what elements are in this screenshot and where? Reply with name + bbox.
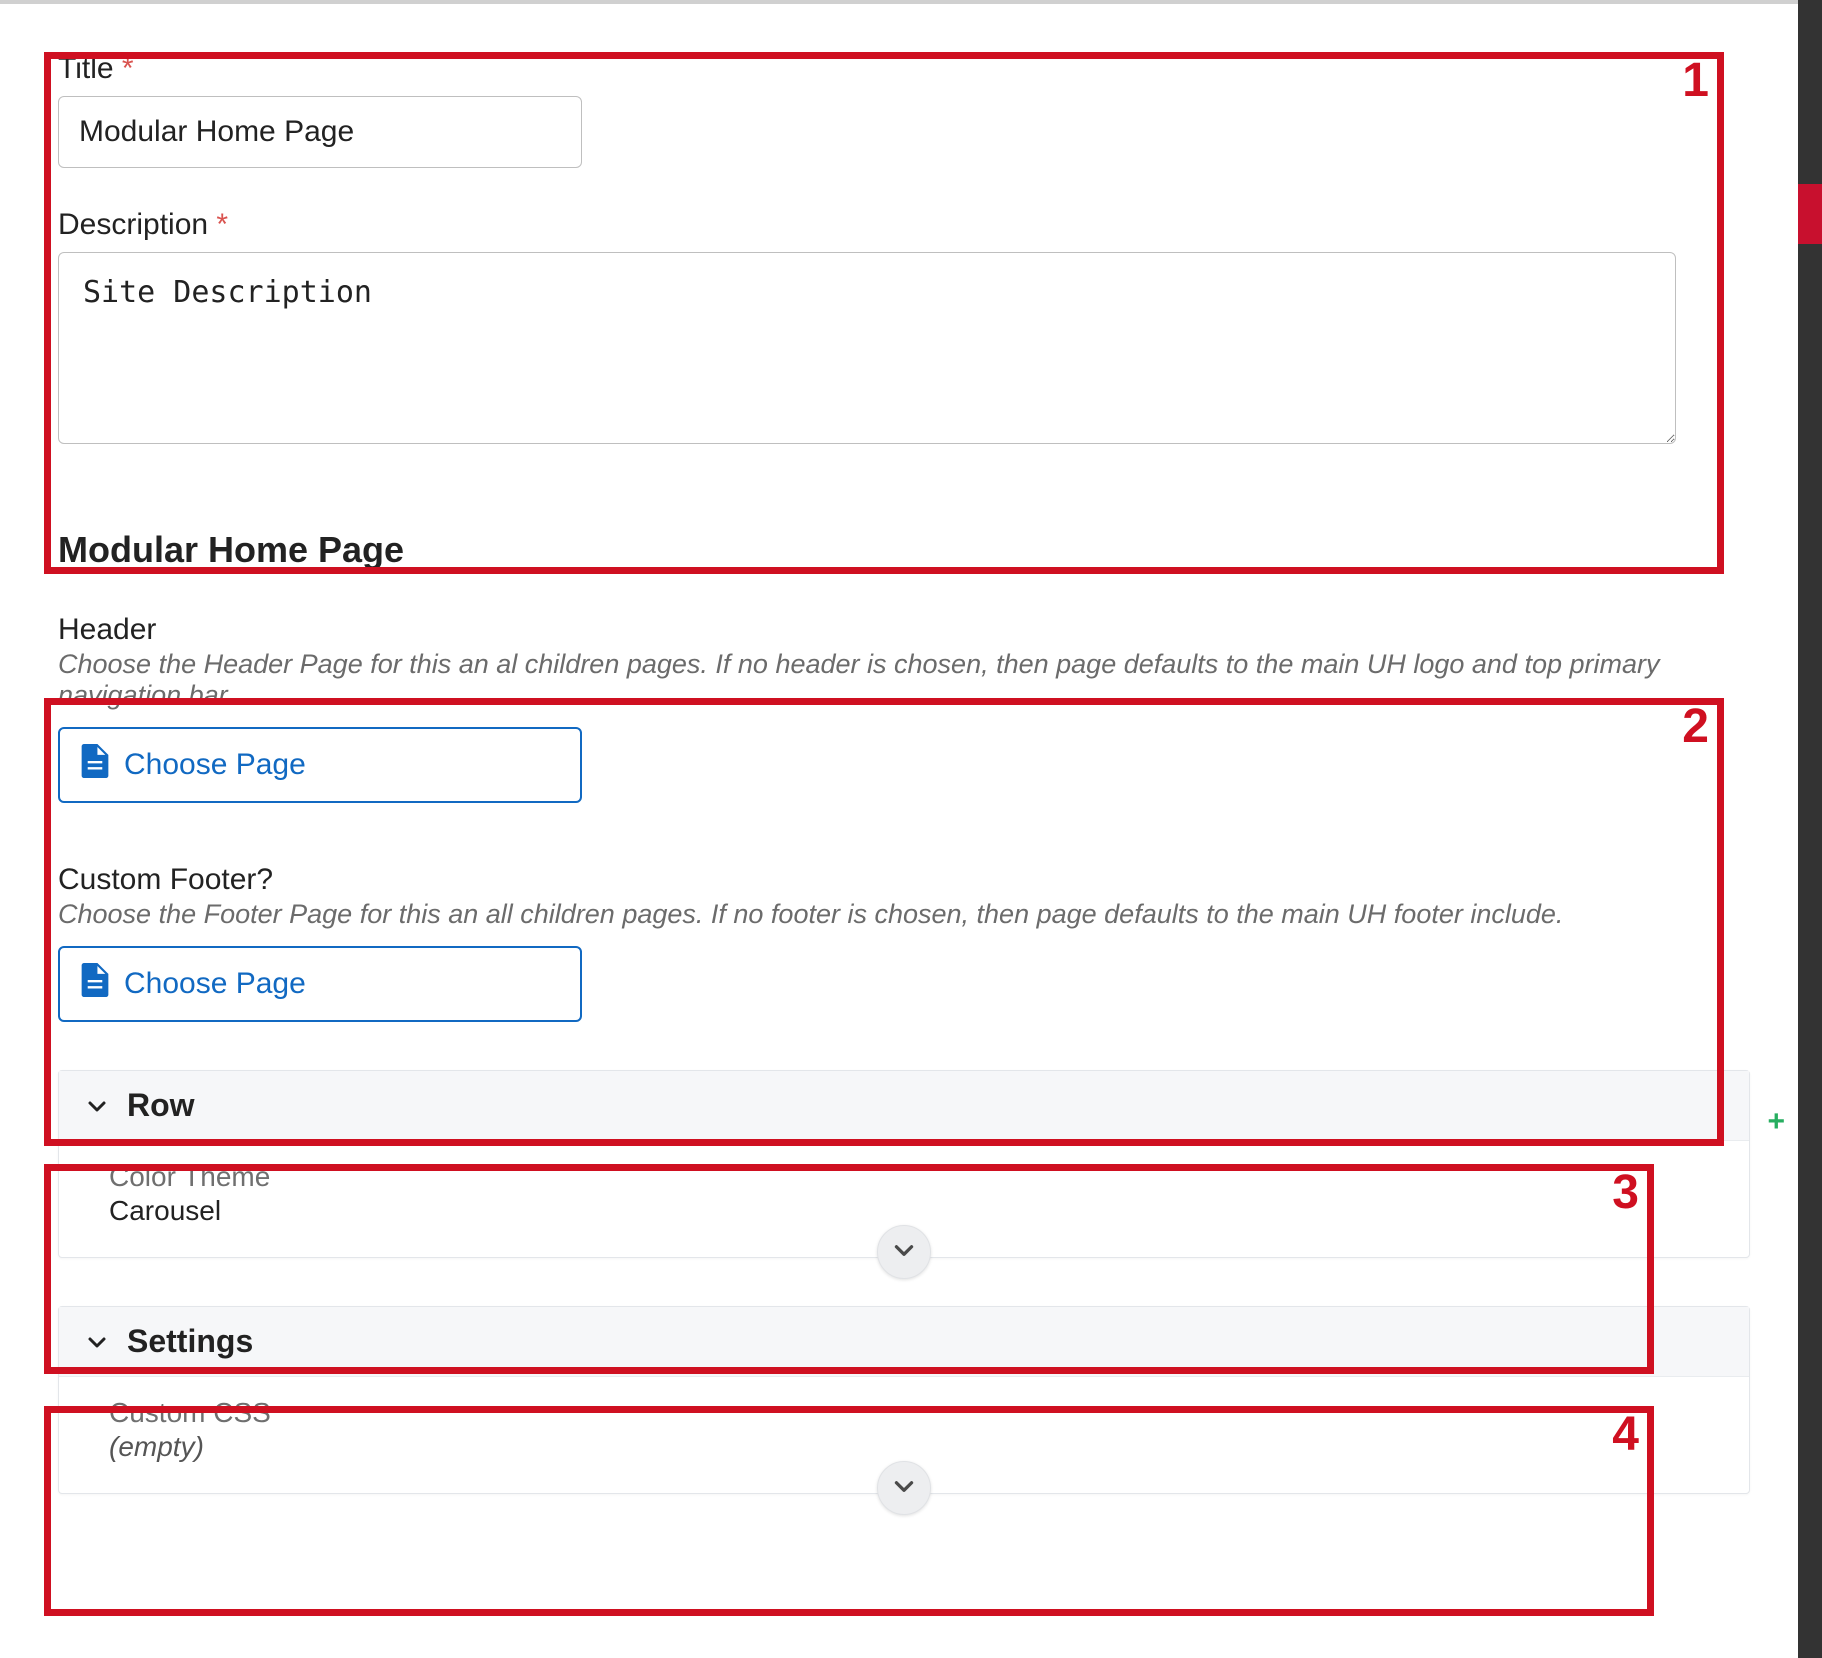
carousel-label: Carousel	[109, 1195, 1699, 1227]
choose-footer-page-button[interactable]: Choose Page	[58, 946, 582, 1022]
description-label-text: Description	[58, 208, 208, 241]
required-asterisk: *	[122, 52, 134, 85]
edge-accent	[1798, 184, 1822, 244]
modal-sheet: Title * Description * Site Description M…	[0, 0, 1798, 1658]
chevron-down-icon	[83, 1092, 111, 1120]
description-textarea[interactable]: Site Description	[58, 252, 1676, 444]
title-field-block: Title *	[58, 52, 1740, 168]
row-expand-button[interactable]	[877, 1225, 931, 1279]
chevron-down-icon	[83, 1328, 111, 1356]
settings-panel-header[interactable]: Settings	[59, 1307, 1749, 1377]
description-label: Description *	[58, 208, 1740, 242]
footer-label: Custom Footer?	[58, 863, 1740, 897]
title-label: Title *	[58, 52, 1740, 86]
required-asterisk: *	[216, 208, 228, 241]
choose-footer-page-label: Choose Page	[124, 967, 306, 1001]
row-panel: Row Color Theme Carousel +	[58, 1070, 1750, 1258]
chevron-down-icon	[891, 1237, 917, 1268]
title-label-text: Title	[58, 52, 114, 85]
description-field-block: Description * Site Description	[58, 208, 1740, 449]
chevron-down-icon	[891, 1473, 917, 1504]
color-theme-label: Color Theme	[109, 1161, 1699, 1193]
header-chooser-block: Header Choose the Header Page for this a…	[58, 613, 1740, 803]
settings-expand-button[interactable]	[877, 1461, 931, 1515]
choose-header-page-button[interactable]: Choose Page	[58, 727, 582, 803]
settings-panel: Settings Custom CSS (empty)	[58, 1306, 1750, 1494]
section-heading: Modular Home Page	[58, 529, 1740, 571]
row-panel-title: Row	[127, 1087, 195, 1124]
page-icon	[80, 744, 110, 786]
footer-helper-text: Choose the Footer Page for this an all c…	[58, 899, 1740, 930]
settings-panel-title: Settings	[127, 1323, 253, 1360]
row-panel-wrap: Row Color Theme Carousel +	[58, 1070, 1740, 1258]
page-icon	[80, 963, 110, 1005]
title-input[interactable]	[58, 96, 582, 168]
header-helper-text: Choose the Header Page for this an al ch…	[58, 649, 1740, 711]
header-label: Header	[58, 613, 1740, 647]
choose-header-page-label: Choose Page	[124, 748, 306, 782]
settings-panel-wrap: Settings Custom CSS (empty)	[58, 1306, 1740, 1494]
custom-css-value: (empty)	[109, 1431, 1699, 1463]
footer-chooser-block: Custom Footer? Choose the Footer Page fo…	[58, 863, 1740, 1022]
row-panel-header[interactable]: Row	[59, 1071, 1749, 1141]
custom-css-label: Custom CSS	[109, 1397, 1699, 1429]
add-row-icon[interactable]: +	[1767, 1107, 1785, 1137]
